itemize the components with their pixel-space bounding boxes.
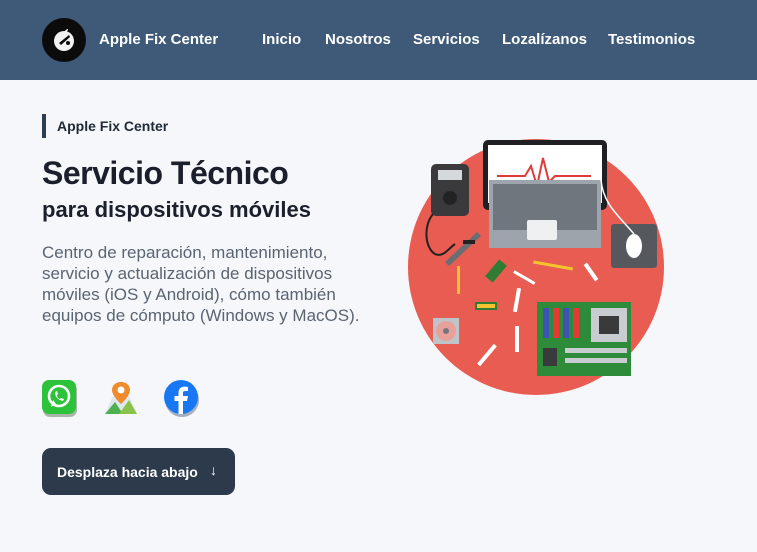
apple-icon <box>54 29 74 51</box>
top-navbar: Apple Fix Center Inicio Nosotros Servici… <box>0 0 757 80</box>
whatsapp-icon <box>42 380 77 417</box>
scroll-down-label: Desplaza hacia abajo <box>57 463 198 480</box>
nav-link-localizanos[interactable]: Lozalízanos <box>502 31 587 48</box>
arrow-down-icon: ↓ <box>210 462 217 478</box>
facebook-link[interactable] <box>164 380 200 417</box>
nav-link-inicio[interactable]: Inicio <box>262 31 301 48</box>
map-pin-icon <box>105 382 137 414</box>
hero-eyebrow: Apple Fix Center <box>42 114 168 138</box>
brand-name[interactable]: Apple Fix Center <box>99 31 218 48</box>
maps-link[interactable] <box>103 380 139 416</box>
cooling-fan-icon <box>433 318 459 344</box>
nav-link-servicios[interactable]: Servicios <box>413 31 480 48</box>
scroll-down-button[interactable]: Desplaza hacia abajo ↓ <box>42 448 235 495</box>
motherboard-icon <box>537 302 631 376</box>
hero-title: Servicio Técnico <box>42 155 289 191</box>
hero-description: Centro de reparación, mantenimiento, ser… <box>42 243 360 325</box>
nav-link-testimonios[interactable]: Testimonios <box>608 31 695 48</box>
hero-subtitle: para dispositivos móviles <box>42 197 311 222</box>
nav-link-nosotros[interactable]: Nosotros <box>325 31 391 48</box>
facebook-icon <box>164 380 199 417</box>
whatsapp-link[interactable] <box>42 380 78 417</box>
laptop-icon <box>483 140 607 248</box>
brand-logo[interactable] <box>42 18 86 62</box>
repair-illustration <box>408 139 664 395</box>
